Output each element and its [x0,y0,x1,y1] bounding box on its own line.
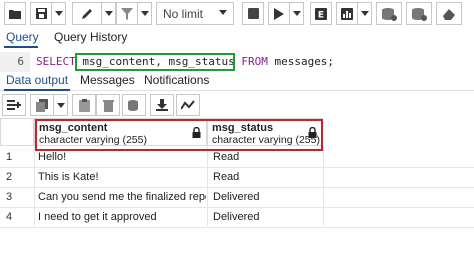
add-row-icon [7,100,21,110]
active-tab-indicator [4,46,38,48]
row-number-header [0,118,34,146]
column-headers-highlight-box [35,119,323,151]
svg-text:E: E [318,10,324,20]
chevron-down-icon [104,11,113,16]
table-row[interactable]: 4 I need to get it approved Delivered [0,207,474,227]
rollback-button[interactable] [406,2,432,25]
result-toolbar [0,94,474,116]
select-keyword: SELECT [36,55,76,68]
clipboard-icon [78,98,90,112]
explain-analyze-button[interactable] [336,2,358,25]
table-name: messages; [274,55,335,68]
explain-icon: E [315,7,327,20]
row-limit-select[interactable]: No limit [156,2,234,25]
filter-options-dropdown[interactable] [138,2,152,25]
download-button[interactable] [150,94,174,116]
pencil-icon [82,8,92,19]
eraser-icon [443,8,455,20]
cell-msg-content[interactable]: This is Kate! [38,167,206,187]
sql-editor[interactable]: 6 SELECT msg_content, msg_status FROM me… [0,52,474,72]
copy-options-dropdown[interactable] [54,94,68,116]
commit-button[interactable] [376,2,402,25]
cell-msg-status[interactable]: Delivered [213,207,323,227]
chevron-down-icon [219,10,227,15]
row-number: 2 [6,171,13,183]
row-number: 1 [6,151,13,163]
open-folder-button[interactable] [4,2,26,25]
stop-button[interactable] [242,2,264,25]
row-number: 3 [6,191,13,203]
filter-icon [121,7,133,20]
cell-msg-status[interactable]: Read [213,167,323,187]
edit-button[interactable] [72,2,102,25]
stop-icon [247,8,259,19]
graph-visualiser-button[interactable] [176,94,200,116]
query-tabs: Query Query History [0,28,474,48]
execute-options-dropdown[interactable] [290,2,304,25]
save-data-button[interactable] [122,94,146,116]
play-icon [274,7,284,20]
chevron-down-icon [360,11,369,16]
cell-msg-status[interactable]: Delivered [213,187,323,207]
table-row[interactable]: 3 Can you send me the finalized report? … [0,187,474,207]
save-button[interactable] [30,2,52,25]
tab-query-history[interactable]: Query History [54,30,127,44]
trash-icon [102,99,114,112]
delete-button[interactable] [96,94,120,116]
chevron-down-icon [54,11,63,16]
database-save-icon [128,99,138,111]
explain-options-dropdown[interactable] [358,2,372,25]
add-row-button[interactable] [2,94,26,116]
bar-chart-icon [341,7,353,20]
save-options-dropdown[interactable] [52,2,66,25]
clear-button[interactable] [436,2,462,25]
active-output-tab-indicator [4,89,70,91]
tab-data-output[interactable]: Data output [6,73,68,87]
tab-messages[interactable]: Messages [80,73,135,87]
download-icon [156,99,168,111]
filter-button[interactable] [116,2,138,25]
line-chart-icon [181,100,195,110]
folder-icon [9,9,21,19]
copy-button[interactable] [30,94,54,116]
cell-msg-content[interactable]: I need to get it approved [38,207,206,227]
database-commit-icon [382,7,397,21]
execute-button[interactable] [268,2,290,25]
cell-msg-content[interactable]: Can you send me the finalized report? [38,187,206,207]
copy-icon [36,98,48,112]
database-rollback-icon [412,7,427,21]
output-tabs: Data output Messages Notifications [0,72,474,91]
tab-query[interactable]: Query [6,30,39,44]
chevron-down-icon [56,102,65,108]
from-keyword: FROM [241,55,268,68]
save-icon [35,8,47,19]
line-number: 6 [0,52,30,72]
row-limit-value: No limit [163,6,204,21]
row-divider [0,227,474,228]
row-number: 4 [6,211,13,223]
chevron-down-icon [292,11,301,16]
table-row[interactable]: 2 This is Kate! Read [0,167,474,187]
paste-button[interactable] [72,94,96,116]
tab-notifications[interactable]: Notifications [144,73,209,87]
explain-button[interactable]: E [310,2,332,25]
query-toolbar: No limit E [0,0,474,28]
edit-options-dropdown[interactable] [102,2,116,25]
chevron-down-icon [140,11,149,16]
columns-highlight-box [75,53,235,71]
